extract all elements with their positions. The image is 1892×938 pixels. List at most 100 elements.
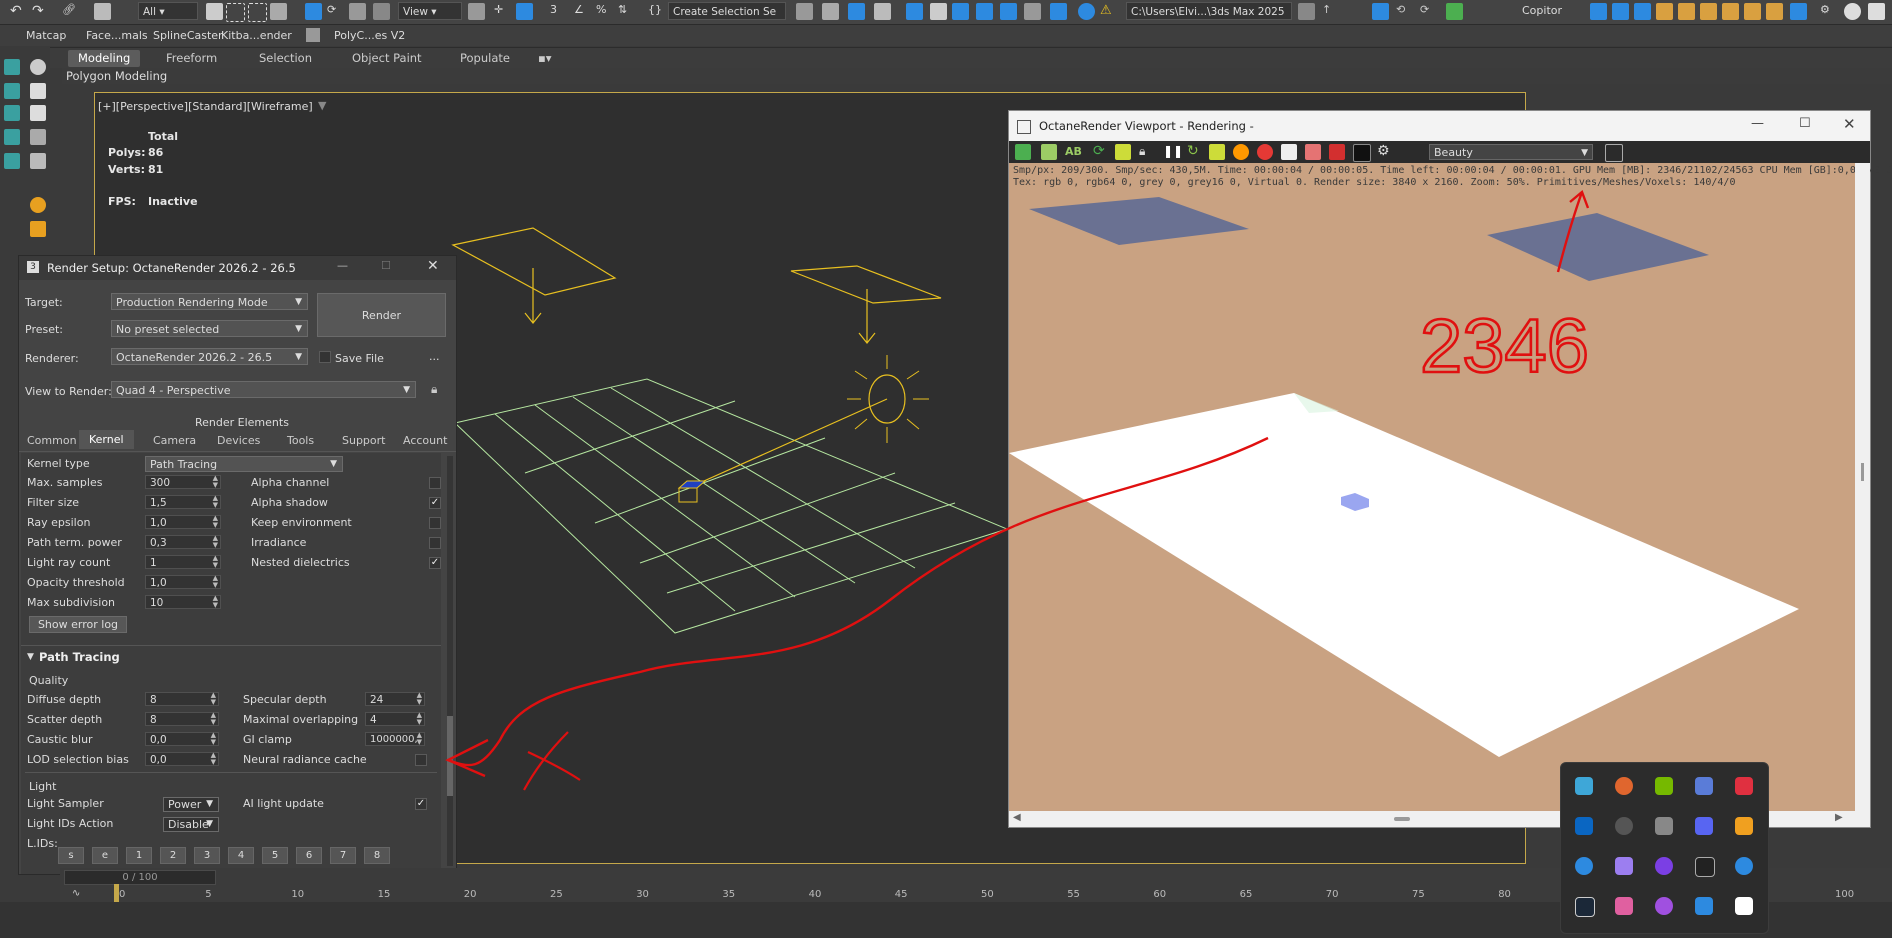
send-scene-icon[interactable] bbox=[1015, 144, 1031, 160]
lid-button-e[interactable]: e bbox=[92, 847, 118, 864]
maximize-icon[interactable]: ☐ bbox=[1799, 116, 1811, 131]
color-picker-icon[interactable] bbox=[1233, 144, 1249, 160]
tray-app-icon[interactable] bbox=[1655, 857, 1673, 875]
material-editor-icon[interactable] bbox=[952, 3, 969, 20]
tab-populate[interactable]: Populate bbox=[450, 50, 520, 67]
tab-devices[interactable]: Devices bbox=[217, 434, 260, 447]
tray-app-icon[interactable] bbox=[1735, 777, 1753, 795]
alpha-shadow-checkbox[interactable]: ✓ bbox=[429, 497, 441, 509]
tab-modeling[interactable]: Modeling bbox=[68, 50, 141, 67]
quick-button-polycruncher[interactable]: PolyC...es V2 bbox=[334, 29, 405, 42]
scrollbar-thumb[interactable] bbox=[447, 716, 453, 796]
diffuse-depth-field[interactable]: 8 ▲ ▼ bbox=[145, 692, 219, 706]
lid-button-3[interactable]: 3 bbox=[194, 847, 220, 864]
sync-icon[interactable]: ⟳ bbox=[1420, 3, 1437, 20]
history-icon[interactable]: ⟲ bbox=[1396, 3, 1413, 20]
aov-icon[interactable] bbox=[1209, 144, 1225, 160]
irradiance-checkbox[interactable] bbox=[429, 537, 441, 549]
tray-app-icon[interactable] bbox=[1615, 777, 1633, 795]
search-icon[interactable] bbox=[1735, 817, 1753, 835]
kernel-type-dropdown[interactable]: Path Tracing ▼ bbox=[145, 456, 343, 472]
lid-button-2[interactable]: 2 bbox=[160, 847, 186, 864]
preset-dropdown[interactable]: No preset selected ▼ bbox=[111, 320, 308, 337]
tool-icon-5[interactable] bbox=[1678, 3, 1695, 20]
focus-picker-icon[interactable] bbox=[1257, 144, 1273, 160]
collapse-icon[interactable]: ▼ bbox=[27, 652, 34, 662]
telegram-icon[interactable] bbox=[1735, 897, 1753, 915]
camera-helper-icon[interactable] bbox=[30, 105, 46, 121]
snap-icon[interactable]: 3 bbox=[550, 3, 567, 20]
tray-app-icon[interactable] bbox=[1695, 777, 1713, 795]
project-folder-icon[interactable] bbox=[1298, 3, 1315, 20]
neural-radiance-cache-checkbox[interactable] bbox=[415, 754, 427, 766]
select-by-name-icon[interactable] bbox=[226, 3, 245, 22]
light-ray-count-field[interactable]: 1 ▲ ▼ bbox=[145, 555, 221, 569]
render-button[interactable]: Render bbox=[317, 293, 446, 337]
warning-icon[interactable]: ⚠ bbox=[1100, 3, 1117, 20]
align-icon[interactable] bbox=[822, 3, 839, 20]
scale-icon[interactable] bbox=[349, 3, 366, 20]
ai-light-update-checkbox[interactable]: ✓ bbox=[415, 798, 427, 810]
tab-selection[interactable]: Selection bbox=[249, 50, 322, 67]
schematic-view-icon[interactable] bbox=[930, 3, 947, 20]
render-elements-label[interactable]: Render Elements bbox=[195, 416, 289, 429]
light-helper-icon[interactable] bbox=[30, 153, 46, 169]
modify-icon[interactable] bbox=[4, 83, 20, 99]
tool-icon-1[interactable] bbox=[1590, 3, 1607, 20]
tray-app-icon[interactable] bbox=[1615, 817, 1633, 835]
hierarchy-icon[interactable] bbox=[4, 105, 20, 121]
bulb-icon[interactable] bbox=[30, 197, 46, 213]
lid-button-5[interactable]: 5 bbox=[262, 847, 288, 864]
steam-icon[interactable] bbox=[1575, 897, 1595, 917]
refresh-icon[interactable]: ↻ bbox=[1187, 143, 1199, 159]
trophy-icon[interactable] bbox=[30, 221, 46, 237]
time-cursor[interactable] bbox=[114, 884, 119, 902]
angle-snap-icon[interactable]: ∠ bbox=[574, 3, 591, 20]
max-subdivision-field[interactable]: 10 ▲ ▼ bbox=[145, 595, 221, 609]
user-name[interactable]: Copitor bbox=[1522, 4, 1562, 17]
create-icon[interactable] bbox=[4, 59, 20, 75]
tab-object-paint[interactable]: Object Paint bbox=[342, 50, 432, 67]
project-path-dropdown[interactable]: C:\Users\Elvi...\3ds Max 2025 ▾ bbox=[1126, 2, 1292, 36]
scatter-depth-field[interactable]: 8 ▲ ▼ bbox=[145, 712, 219, 726]
curve-editor-icon[interactable] bbox=[906, 3, 923, 20]
gi-clamp-field[interactable]: 1000000, ▲ ▼ bbox=[365, 732, 425, 746]
reference-coord-dropdown[interactable]: View ▾ bbox=[398, 2, 462, 20]
tool-icon-3[interactable] bbox=[1634, 3, 1651, 20]
render-pass-dropdown[interactable]: Beauty ▼ bbox=[1429, 144, 1593, 160]
tray-app-icon[interactable] bbox=[1655, 897, 1673, 915]
discord-icon[interactable] bbox=[1695, 817, 1713, 835]
scroll-left-icon[interactable]: ◀ bbox=[1013, 812, 1021, 823]
lid-button-s[interactable]: s bbox=[58, 847, 84, 864]
lid-button-8[interactable]: 8 bbox=[364, 847, 390, 864]
ab-compare-icon[interactable]: AB bbox=[1065, 145, 1082, 158]
tool-icon-4[interactable] bbox=[1656, 3, 1673, 20]
teapot-icon[interactable] bbox=[30, 59, 46, 75]
camera-icon[interactable] bbox=[1868, 3, 1885, 20]
tray-app-icon[interactable] bbox=[1575, 777, 1593, 795]
lid-button-6[interactable]: 6 bbox=[296, 847, 322, 864]
light-ids-action-dropdown[interactable]: Disable ▼ bbox=[163, 817, 219, 832]
pivot-icon[interactable] bbox=[468, 3, 485, 20]
vscroll-thumb[interactable] bbox=[1861, 463, 1864, 481]
select-object-icon[interactable] bbox=[206, 3, 223, 20]
monitor-icon[interactable] bbox=[1695, 897, 1713, 915]
settings-icon[interactable]: ⚙ bbox=[1377, 143, 1390, 159]
link-icon[interactable]: 🔗︎ bbox=[62, 3, 79, 20]
fit-view-icon[interactable] bbox=[1605, 144, 1623, 162]
lid-button-1[interactable]: 1 bbox=[126, 847, 152, 864]
max-samples-field[interactable]: 300 ▲ ▼ bbox=[145, 475, 221, 489]
cloud-icon[interactable] bbox=[1655, 817, 1673, 835]
rotate-icon[interactable]: ⟳ bbox=[327, 3, 344, 20]
spinner-snap-icon[interactable]: ⇅ bbox=[618, 3, 635, 20]
lid-button-7[interactable]: 7 bbox=[330, 847, 356, 864]
tool-icon-7[interactable] bbox=[1722, 3, 1739, 20]
close-icon[interactable]: ✕ bbox=[427, 258, 439, 274]
toggle-ribbon-icon[interactable] bbox=[874, 3, 891, 20]
scroll-thumb[interactable] bbox=[1394, 817, 1410, 821]
render-setup-scrollbar[interactable] bbox=[447, 456, 453, 866]
tab-freeform[interactable]: Freeform bbox=[156, 50, 227, 67]
material-picker-icon[interactable] bbox=[1305, 144, 1321, 160]
alpha-channel-checkbox[interactable] bbox=[429, 477, 441, 489]
selection-filter-dropdown[interactable]: All ▾ bbox=[138, 2, 198, 20]
